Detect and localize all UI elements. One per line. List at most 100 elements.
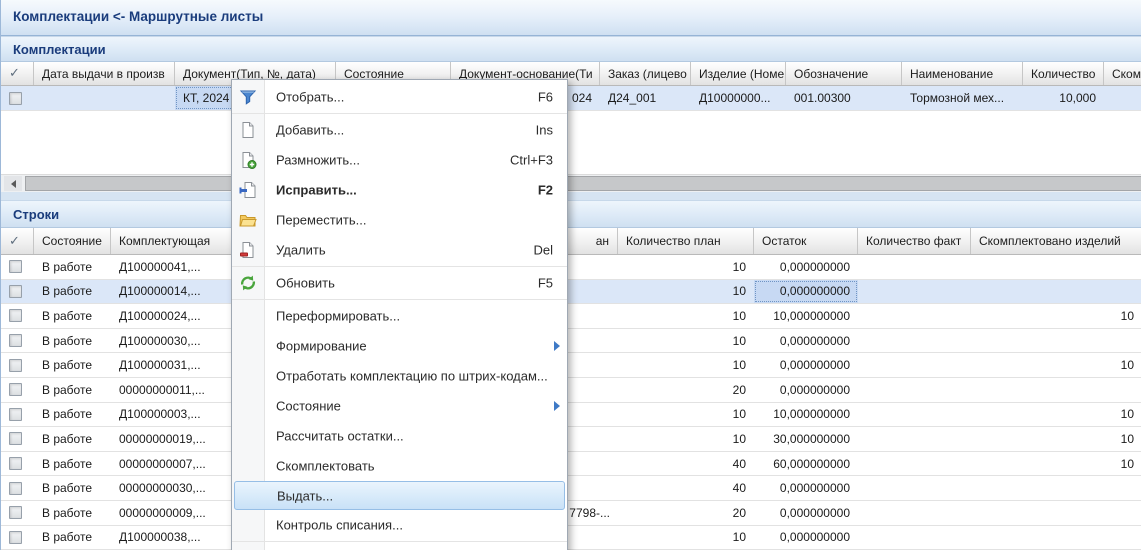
column-header[interactable]: Наименование xyxy=(902,62,1023,85)
cell-plan[interactable]: 40 xyxy=(618,476,754,500)
cell-state[interactable]: В работе xyxy=(34,329,111,353)
cell-fact[interactable] xyxy=(858,353,971,377)
stroki-row[interactable]: В работе00000000011,...200,000000000 xyxy=(1,378,1141,403)
row-checkbox[interactable] xyxy=(9,432,22,445)
cell-remainder[interactable]: 30,000000000 xyxy=(754,427,858,451)
select-all-column-header[interactable]: ✓ xyxy=(1,228,34,254)
row-checkbox[interactable] xyxy=(9,531,22,544)
column-header[interactable]: Количество факт xyxy=(858,228,971,254)
row-checkbox-cell[interactable] xyxy=(1,526,34,550)
cell-assembled[interactable] xyxy=(971,501,1141,525)
cell-remainder[interactable]: 10,000000000 xyxy=(754,403,858,427)
cell-assembled[interactable]: 10 xyxy=(971,427,1141,451)
cell[interactable]: 001.00300 xyxy=(786,86,902,110)
row-checkbox-cell[interactable] xyxy=(1,452,34,476)
row-checkbox-cell[interactable] xyxy=(1,255,34,279)
column-header[interactable]: Количество xyxy=(1023,62,1104,85)
menu-item-formation[interactable]: Формирование xyxy=(232,331,567,361)
cell-remainder[interactable]: 0,000000000 xyxy=(754,255,858,279)
cell-fact[interactable] xyxy=(858,476,971,500)
select-all-column-header[interactable]: ✓ xyxy=(1,62,34,85)
column-header[interactable]: Скомплектовано изделий xyxy=(971,228,1141,254)
komplektacii-row[interactable]: КТ, 2024024Д24_001Д10000000...001.00300Т… xyxy=(1,86,1141,111)
cell-state[interactable]: В работе xyxy=(34,427,111,451)
cell-assembled[interactable] xyxy=(971,280,1141,304)
cell-plan[interactable]: 10 xyxy=(618,329,754,353)
cell-state[interactable]: В работе xyxy=(34,280,111,304)
menu-item-move[interactable]: Переместить... xyxy=(232,205,567,235)
cell-plan[interactable]: 10 xyxy=(618,427,754,451)
cell-state[interactable]: В работе xyxy=(34,452,111,476)
menu-item-state[interactable]: Состояние xyxy=(232,391,567,421)
cell-fact[interactable] xyxy=(858,255,971,279)
menu-item-assemble[interactable]: Скомплектовать xyxy=(232,451,567,481)
column-header[interactable]: Количество план xyxy=(618,228,754,254)
cell-state[interactable]: В работе xyxy=(34,403,111,427)
row-checkbox-cell[interactable] xyxy=(1,86,34,110)
cell-fact[interactable] xyxy=(858,304,971,328)
stroki-row[interactable]: В работеД100000014,...100,000000000 xyxy=(1,280,1141,305)
stroki-row[interactable]: В работе00000000019,...1030,00000000010 xyxy=(1,427,1141,452)
cell-remainder[interactable]: 0,000000000 xyxy=(754,353,858,377)
row-checkbox-cell[interactable] xyxy=(1,476,34,500)
cell-fact[interactable] xyxy=(858,526,971,550)
scrollbar-thumb[interactable] xyxy=(25,176,1141,191)
cell-assembled[interactable] xyxy=(971,526,1141,550)
cell-plan[interactable]: 10 xyxy=(618,353,754,377)
horizontal-scrollbar[interactable] xyxy=(1,174,1141,192)
cell-remainder[interactable]: 0,000000000 xyxy=(754,476,858,500)
cell-plan[interactable]: 10 xyxy=(618,280,754,304)
cell-remainder[interactable]: 0,000000000 xyxy=(754,378,858,402)
cell-assembled[interactable]: 10 xyxy=(971,403,1141,427)
menu-item-issue[interactable]: Выдать... xyxy=(234,481,565,510)
menu-item-process-barcodes[interactable]: Отработать комплектацию по штрих-кодам..… xyxy=(232,361,567,391)
cell-remainder[interactable]: 10,000000000 xyxy=(754,304,858,328)
stroki-row[interactable]: В работе00000000007,...4060,00000000010 xyxy=(1,452,1141,477)
row-checkbox-cell[interactable] xyxy=(1,403,34,427)
menu-item-calc-remainders[interactable]: Рассчитать остатки... xyxy=(232,421,567,451)
cell-assembled[interactable] xyxy=(971,378,1141,402)
cell-state[interactable]: В работе xyxy=(34,353,111,377)
cell-remainder[interactable]: 60,000000000 xyxy=(754,452,858,476)
cell-fact[interactable] xyxy=(858,378,971,402)
column-header[interactable]: Обозначение xyxy=(786,62,902,85)
menu-item-filter[interactable]: Отобрать...F6 xyxy=(232,82,567,112)
menu-item-writeoff-control[interactable]: Контроль списания... xyxy=(232,510,567,540)
row-checkbox-cell[interactable] xyxy=(1,329,34,353)
cell[interactable] xyxy=(34,86,175,110)
stroki-row[interactable]: В работеД100000041,...100,000000000 xyxy=(1,255,1141,280)
cell-fact[interactable] xyxy=(858,403,971,427)
cell[interactable] xyxy=(1104,86,1141,110)
stroki-row[interactable]: В работеД100000024,...1010,00000000010 xyxy=(1,304,1141,329)
column-header[interactable]: Дата выдачи в произв xyxy=(34,62,175,85)
stroki-row[interactable]: В работе00000000030,...400,000000000 xyxy=(1,476,1141,501)
menu-item-add[interactable]: Добавить...Ins xyxy=(232,115,567,145)
stroki-row[interactable]: В работеД100000031,...100,00000000010 xyxy=(1,353,1141,378)
stroki-row[interactable]: В работеД100000030,...100,000000000 xyxy=(1,329,1141,354)
row-checkbox[interactable] xyxy=(9,309,22,322)
row-checkbox-cell[interactable] xyxy=(1,304,34,328)
cell-fact[interactable] xyxy=(858,427,971,451)
column-header[interactable]: Состояние xyxy=(34,228,111,254)
row-checkbox[interactable] xyxy=(9,482,22,495)
cell-plan[interactable]: 40 xyxy=(618,452,754,476)
cell-assembled[interactable]: 10 xyxy=(971,304,1141,328)
cell-plan[interactable]: 20 xyxy=(618,378,754,402)
cell-plan[interactable]: 10 xyxy=(618,403,754,427)
row-checkbox-cell[interactable] xyxy=(1,353,34,377)
cell-assembled[interactable]: 10 xyxy=(971,452,1141,476)
menu-item-edit[interactable]: Исправить...F2 xyxy=(232,175,567,205)
menu-item-duplicate[interactable]: Размножить...Ctrl+F3 xyxy=(232,145,567,175)
cell-remainder[interactable]: 0,000000000 xyxy=(754,526,858,550)
row-checkbox[interactable] xyxy=(9,457,22,470)
scroll-left-button[interactable] xyxy=(4,176,22,191)
menu-item-reform[interactable]: Переформировать... xyxy=(232,301,567,331)
cell-state[interactable]: В работе xyxy=(34,255,111,279)
cell-state[interactable]: В работе xyxy=(34,476,111,500)
cell-state[interactable]: В работе xyxy=(34,304,111,328)
row-checkbox[interactable] xyxy=(9,359,22,372)
row-checkbox[interactable] xyxy=(9,92,22,105)
cell-assembled[interactable] xyxy=(971,476,1141,500)
stroki-row[interactable]: В работе00000000009,...7798-...200,00000… xyxy=(1,501,1141,526)
cell-state[interactable]: В работе xyxy=(34,501,111,525)
